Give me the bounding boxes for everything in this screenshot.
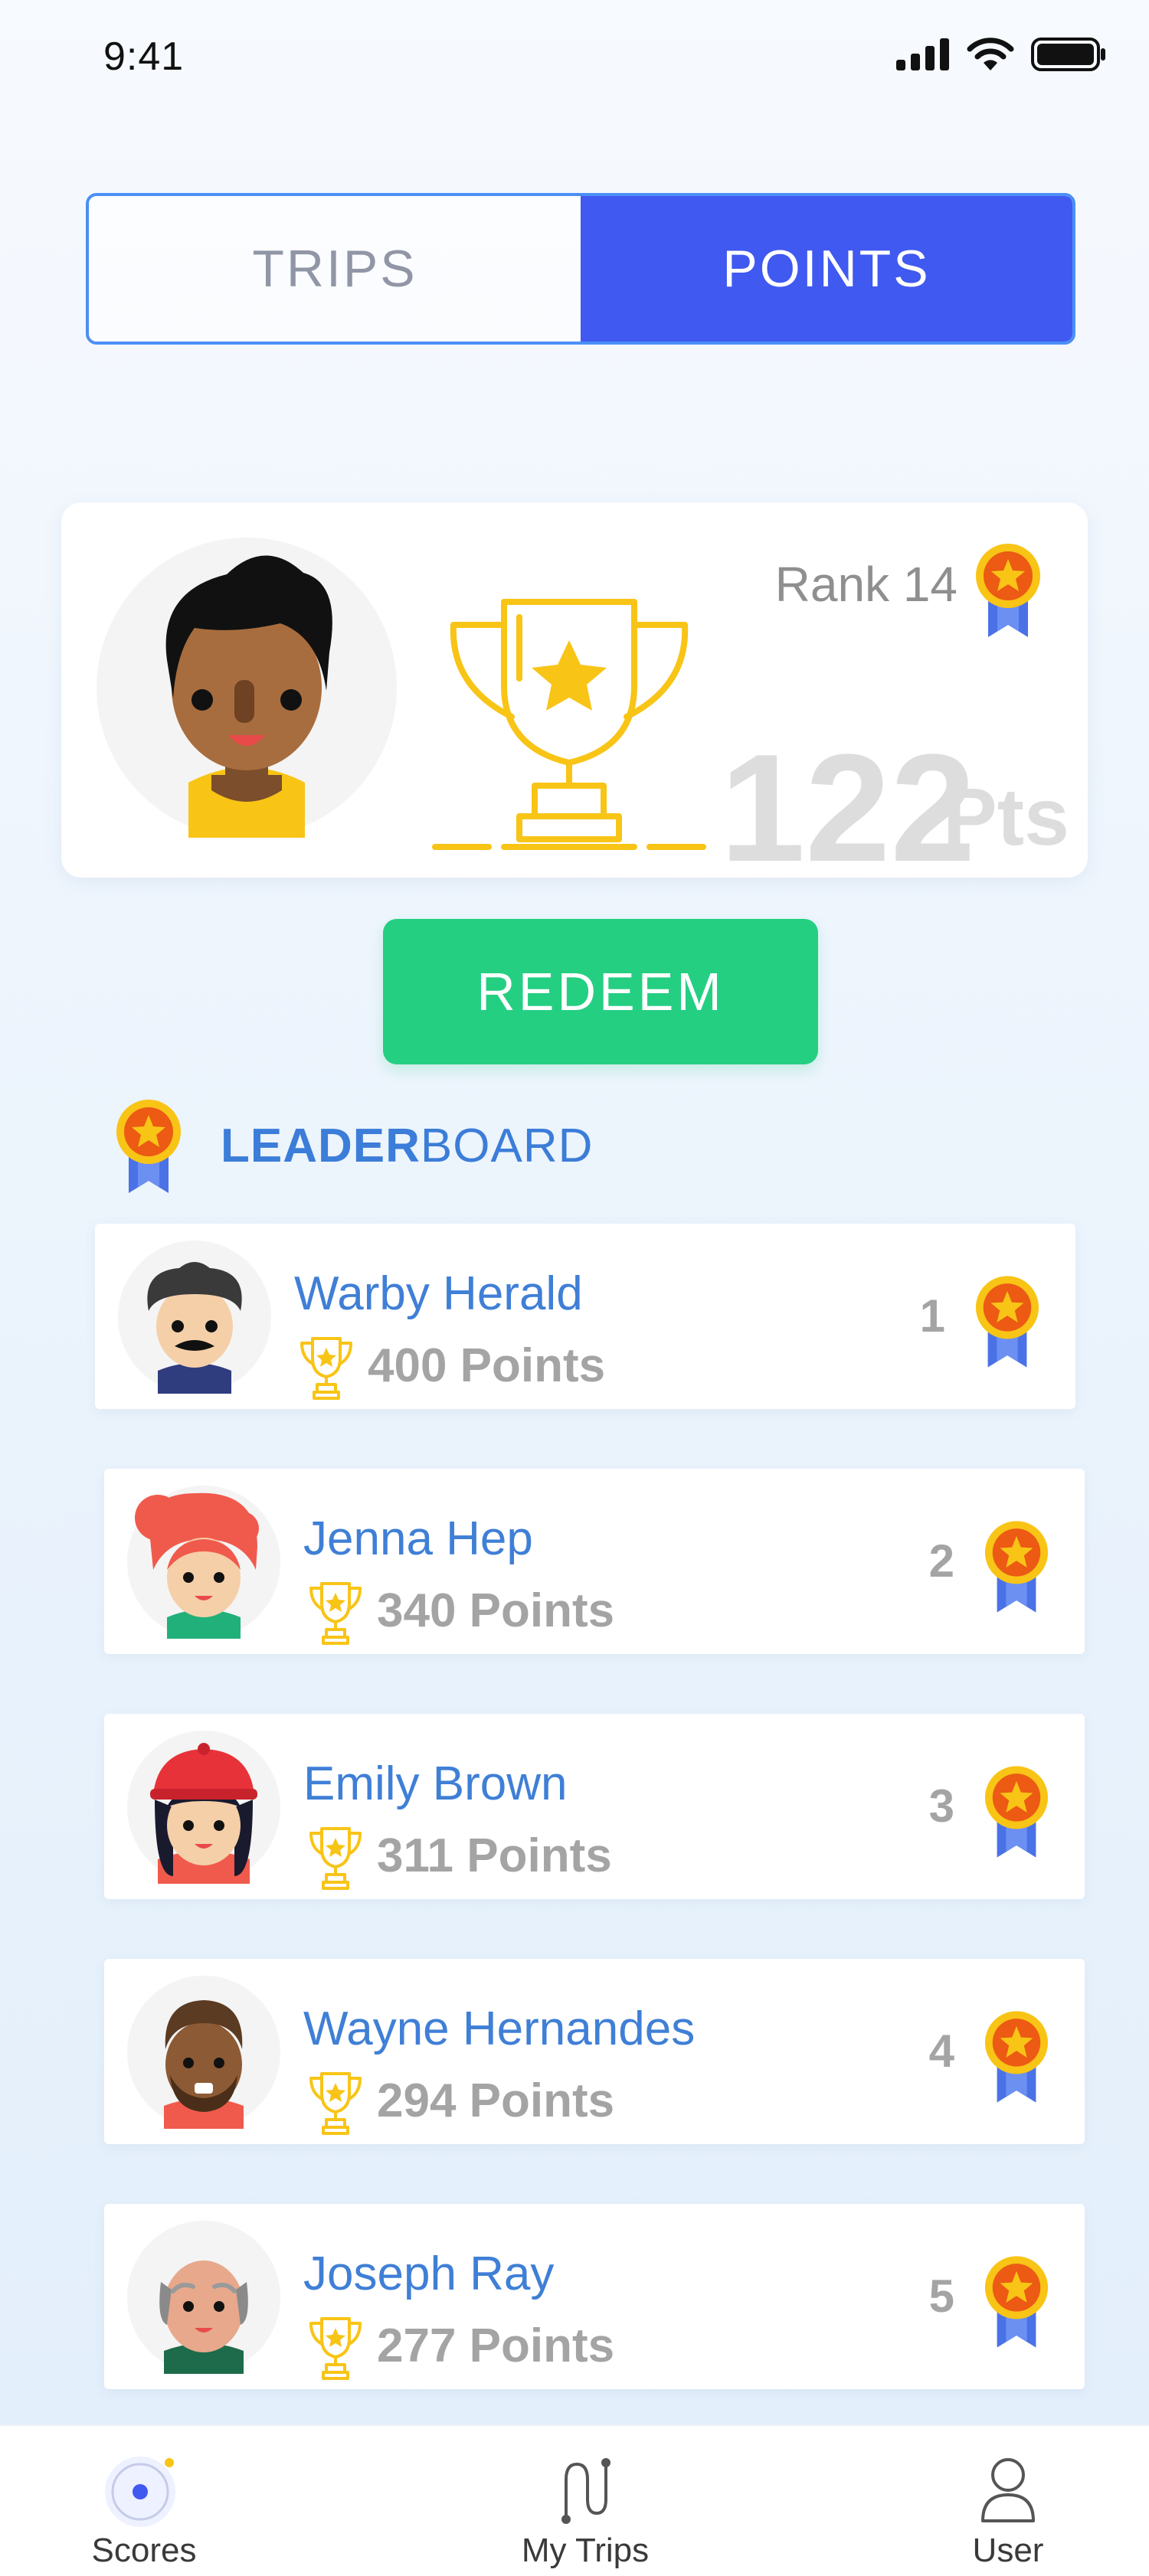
player-rank: 4	[928, 2025, 954, 2077]
tab-points[interactable]: POINTS	[581, 196, 1072, 342]
bottom-tab-bar: Scores My Trips User	[0, 2424, 1149, 2576]
player-points: 340 Points	[377, 1584, 615, 1637]
battery-icon	[1031, 38, 1105, 71]
leaderboard-row[interactable]: Joseph Ray 277 Points 5	[104, 2204, 1085, 2389]
leaderboard-title-bold: LEADER	[221, 1119, 421, 1172]
wifi-icon	[967, 38, 1014, 70]
tab-label: Scores	[91, 2532, 197, 2569]
points-unit: Pts	[943, 772, 1069, 862]
tab-trips[interactable]: TRIPS	[89, 196, 581, 342]
signal-icon	[896, 38, 949, 70]
trophy-icon	[432, 599, 706, 850]
player-name: Wayne Hernandes	[303, 2002, 696, 2055]
redeem-button[interactable]: REDEEM	[383, 919, 818, 1064]
status-icons	[896, 37, 1106, 72]
medal-icon	[984, 1521, 1049, 1613]
route-icon	[561, 2458, 611, 2524]
medal-icon	[984, 1766, 1049, 1858]
status-bar: 9:41	[0, 0, 1149, 115]
player-name: Emily Brown	[303, 1757, 568, 1810]
medal-icon	[976, 544, 1040, 637]
man-beard-avatar	[127, 1976, 280, 2129]
trophy-icon	[309, 1827, 362, 1890]
leaderboard-title: LEADERBOARD	[221, 1119, 593, 1173]
player-rank: 5	[928, 2270, 954, 2322]
user-rank: Rank 14	[774, 557, 958, 612]
medal-icon	[984, 2256, 1049, 2348]
leaderboard-heading: LEADERBOARD	[115, 1098, 593, 1193]
leaderboard-row[interactable]: Emily Brown 311 Points 3	[104, 1714, 1085, 1899]
player-name: Warby Herald	[294, 1267, 583, 1320]
trophy-icon	[309, 2072, 362, 2135]
woman-red-hair-avatar	[127, 1486, 280, 1639]
user-icon	[981, 2458, 1035, 2522]
leaderboard-row[interactable]: Jenna Hep 340 Points 2	[104, 1469, 1085, 1654]
medal-icon	[975, 1276, 1039, 1368]
leaderboard-row[interactable]: Warby Herald 400 Points 1	[95, 1224, 1075, 1409]
tab-my-trips[interactable]: My Trips	[470, 2426, 700, 2576]
trophy-icon	[300, 1337, 352, 1400]
tab-label: User	[972, 2532, 1044, 2569]
tab-label: My Trips	[521, 2532, 650, 2569]
tab-user[interactable]: User	[893, 2426, 1123, 2576]
trophy-icon	[309, 1582, 362, 1645]
points-total: 122	[720, 723, 976, 894]
medal-icon	[984, 2011, 1049, 2103]
player-points: 400 Points	[368, 1339, 606, 1392]
player-name: Joseph Ray	[303, 2247, 555, 2300]
trips-points-toggle: TRIPS POINTS	[86, 193, 1075, 345]
medal-icon	[116, 1100, 181, 1193]
profile-avatar	[97, 538, 397, 838]
leaderboard-row[interactable]: Wayne Hernandes 294 Points 4	[104, 1959, 1085, 2144]
status-time: 9:41	[103, 34, 185, 79]
player-rank: 3	[928, 1780, 954, 1832]
man-mustache-avatar	[118, 1241, 271, 1394]
trophy-icon	[309, 2317, 362, 2380]
player-points: 311 Points	[377, 1829, 612, 1882]
player-name: Jenna Hep	[303, 1512, 533, 1565]
player-points: 294 Points	[377, 2074, 615, 2127]
tab-scores[interactable]: Scores	[29, 2426, 259, 2576]
profile-points-card: Rank 14 122 Pts	[61, 502, 1088, 885]
player-rank: 1	[919, 1290, 945, 1342]
player-rank: 2	[928, 1535, 954, 1587]
scores-icon	[105, 2457, 175, 2527]
leaderboard-title-rest: BOARD	[420, 1119, 594, 1172]
player-points: 277 Points	[377, 2319, 615, 2372]
woman-red-cap-avatar	[127, 1731, 280, 1884]
old-man-avatar	[127, 2221, 280, 2374]
